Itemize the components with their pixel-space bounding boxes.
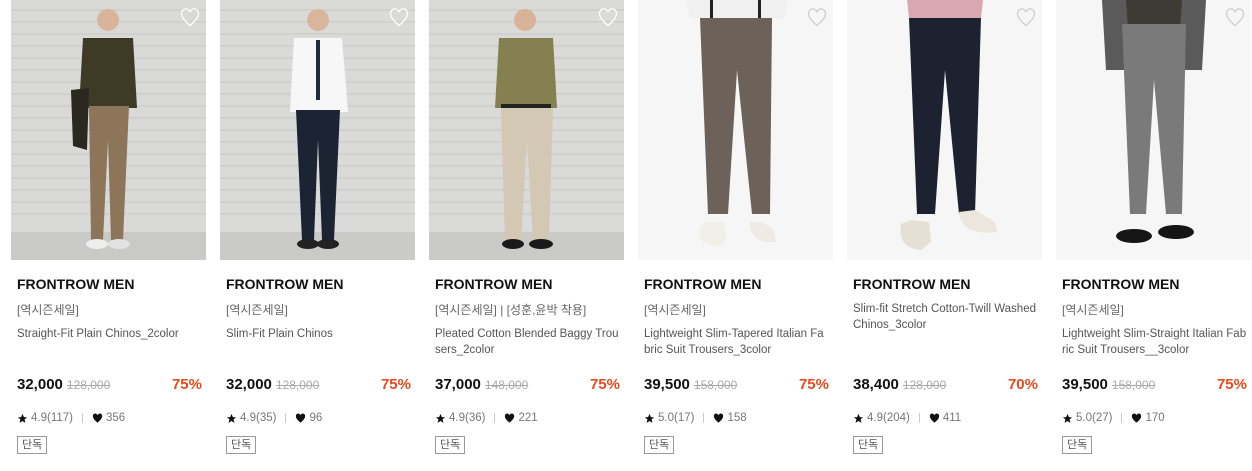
original-price: 128,000	[275, 378, 320, 392]
like-count: 411	[942, 412, 962, 424]
divider	[918, 413, 920, 423]
product-name[interactable]: Slim-fit Stretch Cotton-Twill Washed Chi…	[853, 301, 1039, 333]
discount-rate: 70%	[1007, 376, 1038, 393]
discount-rate: 75%	[1216, 376, 1247, 393]
exclusive-badge: 단독	[644, 436, 675, 454]
discount-rate: 75%	[380, 376, 411, 393]
star-icon	[435, 413, 446, 423]
star-icon	[853, 413, 864, 423]
product-image[interactable]	[429, 0, 624, 260]
product-image[interactable]	[11, 0, 206, 260]
like-count: 221	[518, 412, 538, 424]
rating: 5.0(17)	[658, 412, 695, 424]
promo-tag: [역시즌세일] | [성훈,윤박 착용]	[435, 303, 587, 317]
product-image[interactable]	[1056, 0, 1251, 260]
product-stats: 4.9(117) 356	[17, 412, 125, 424]
promo-tag: [역시즌세일]	[644, 303, 706, 317]
wishlist-heart-icon[interactable]	[598, 8, 618, 28]
heart-icon	[505, 413, 515, 423]
sale-price: 32,000 128,000	[17, 376, 111, 393]
star-icon	[226, 413, 237, 423]
exclusive-badge: 단독	[226, 436, 257, 454]
sale-price: 37,000 148,000	[435, 376, 529, 393]
product-stats: 4.9(204) 411	[853, 412, 961, 424]
discount-rate: 75%	[798, 376, 829, 393]
product-name[interactable]: Lightweight Slim-Tapered Italian Fabric …	[644, 326, 830, 358]
product-image[interactable]	[220, 0, 415, 260]
divider	[81, 413, 83, 423]
rating: 4.9(117)	[31, 412, 73, 424]
original-price: 158,000	[1111, 378, 1156, 392]
sale-price: 38,400 128,000	[853, 376, 947, 393]
product-stats: 4.9(36) 221	[435, 412, 538, 424]
brand-name[interactable]: FRONTROW MEN	[1062, 276, 1179, 292]
wishlist-heart-icon[interactable]	[807, 8, 827, 28]
like-count: 170	[1145, 412, 1165, 424]
exclusive-badge: 단독	[1062, 436, 1093, 454]
divider	[285, 413, 287, 423]
product-card[interactable]: FRONTROW MEN [역시즌세일] Lightweight Slim-Ta…	[638, 0, 833, 471]
product-card[interactable]: FRONTROW MEN [역시즌세일] | [성훈,윤박 착용] Pleate…	[429, 0, 624, 471]
original-price: 128,000	[902, 378, 947, 392]
product-grid: FRONTROW MEN [역시즌세일] Straight-Fit Plain …	[0, 0, 1252, 471]
rating: 4.9(204)	[867, 412, 910, 424]
brand-name[interactable]: FRONTROW MEN	[644, 276, 761, 292]
product-name[interactable]: Straight-Fit Plain Chinos_2color	[17, 326, 203, 342]
star-icon	[644, 413, 655, 423]
like-count: 96	[309, 412, 323, 424]
brand-name[interactable]: FRONTROW MEN	[17, 276, 134, 292]
divider	[703, 413, 705, 423]
sale-price: 39,500 158,000	[1062, 376, 1156, 393]
original-price: 158,000	[693, 378, 738, 392]
heart-icon	[1132, 413, 1142, 423]
rating: 5.0(27)	[1076, 412, 1113, 424]
like-count: 158	[727, 412, 747, 424]
sale-price: 32,000 128,000	[226, 376, 320, 393]
product-name[interactable]: Lightweight Slim-Straight Italian Fabric…	[1062, 326, 1248, 358]
heart-icon	[296, 413, 306, 423]
discount-rate: 75%	[171, 376, 202, 393]
wishlist-heart-icon[interactable]	[1225, 8, 1245, 28]
product-name[interactable]: Pleated Cotton Blended Baggy Trousers_2c…	[435, 326, 621, 358]
product-card[interactable]: FRONTROW MEN [역시즌세일] Lightweight Slim-St…	[1056, 0, 1251, 471]
promo-tag: [역시즌세일]	[1062, 303, 1124, 317]
sale-price: 39,500 158,000	[644, 376, 738, 393]
promo-tag: [역시즌세일]	[17, 303, 79, 317]
wishlist-heart-icon[interactable]	[1016, 8, 1036, 28]
promo-tag: [역시즌세일]	[226, 303, 288, 317]
product-image[interactable]	[847, 0, 1042, 260]
star-icon	[1062, 413, 1073, 423]
like-count: 356	[105, 412, 126, 424]
product-name[interactable]: Slim-Fit Plain Chinos	[226, 326, 412, 342]
divider	[494, 413, 496, 423]
discount-rate: 75%	[589, 376, 620, 393]
wishlist-heart-icon[interactable]	[389, 8, 409, 28]
product-stats: 5.0(27) 170	[1062, 412, 1165, 424]
heart-icon	[929, 413, 939, 423]
rating: 4.9(35)	[240, 412, 277, 424]
brand-name[interactable]: FRONTROW MEN	[226, 276, 343, 292]
divider	[1121, 413, 1123, 423]
rating: 4.9(36)	[449, 412, 486, 424]
brand-name[interactable]: FRONTROW MEN	[853, 276, 970, 292]
original-price: 148,000	[484, 378, 529, 392]
original-price: 128,000	[66, 378, 111, 392]
heart-icon	[92, 413, 103, 423]
product-image[interactable]	[638, 0, 833, 260]
heart-icon	[714, 413, 724, 423]
star-icon	[17, 413, 28, 423]
product-stats: 4.9(35) 96	[226, 412, 322, 424]
exclusive-badge: 단독	[435, 436, 466, 454]
exclusive-badge: 단독	[17, 436, 48, 454]
product-stats: 5.0(17) 158	[644, 412, 747, 424]
brand-name[interactable]: FRONTROW MEN	[435, 276, 552, 292]
product-card[interactable]: FRONTROW MEN [역시즌세일] Straight-Fit Plain …	[11, 0, 206, 471]
exclusive-badge: 단독	[853, 436, 884, 454]
wishlist-heart-icon[interactable]	[180, 8, 200, 28]
product-card[interactable]: FRONTROW MEN Slim-fit Stretch Cotton-Twi…	[847, 0, 1042, 471]
product-card[interactable]: FRONTROW MEN [역시즌세일] Slim-Fit Plain Chin…	[220, 0, 415, 471]
